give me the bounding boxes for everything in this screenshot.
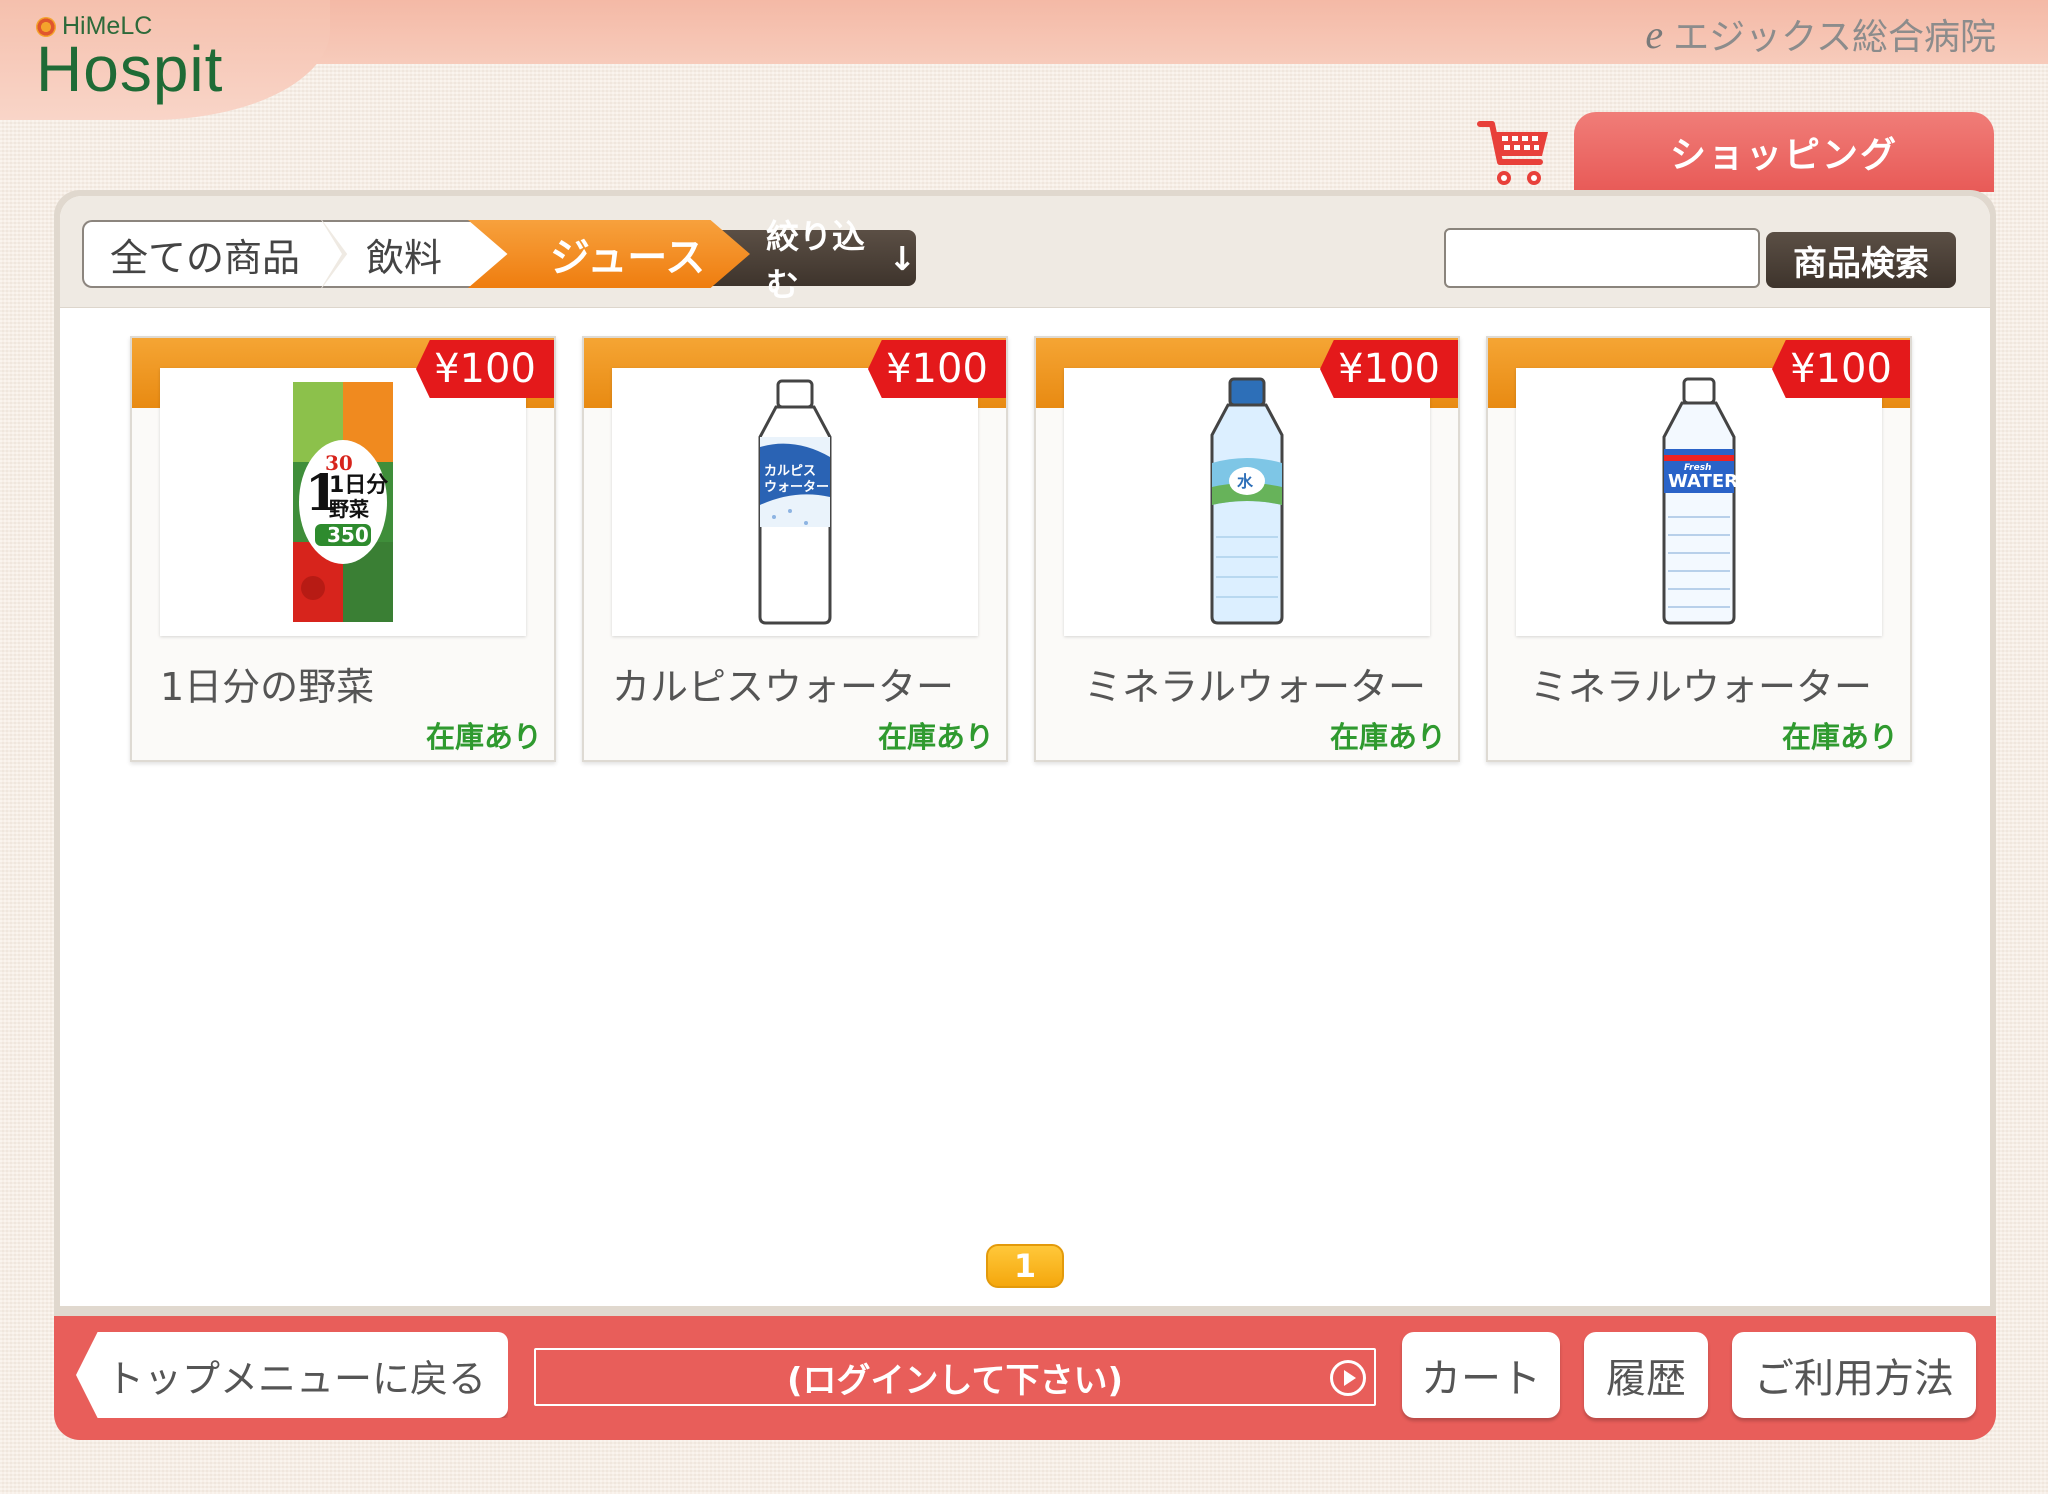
- shopping-cart-icon: [1476, 118, 1552, 194]
- product-image: 30 1 1日分 野菜 350: [160, 368, 526, 636]
- arrow-down-icon: ↓: [888, 238, 916, 278]
- product-name: 1日分の野菜: [160, 665, 375, 709]
- svg-text:350: 350: [327, 523, 369, 547]
- play-circle-icon: [1330, 1360, 1366, 1396]
- stock-status: 在庫あり: [1781, 720, 1898, 754]
- svg-text:WATER: WATER: [1668, 471, 1738, 492]
- cart-button[interactable]: カート: [1402, 1332, 1560, 1418]
- calpis-water-bottle-icon: カルピス ウォーター: [758, 379, 832, 625]
- breadcrumb-all-products[interactable]: 全ての商品: [82, 220, 342, 288]
- product-card[interactable]: Fresh WATER ¥100 ミネラルウォーター 在庫あり: [1486, 336, 1912, 762]
- price-tag: ¥100: [1772, 340, 1910, 398]
- stock-status: 在庫あり: [877, 720, 994, 754]
- price-tag: ¥100: [416, 340, 554, 398]
- toolbar: 全ての商品 飲料 絞り込む ↓ ジュース 商品検索: [60, 196, 1990, 308]
- product-name: カルピスウォーター: [612, 665, 955, 709]
- svg-text:カルピス: カルピス: [764, 464, 816, 479]
- main-panel: 全ての商品 飲料 絞り込む ↓ ジュース 商品検索 30 1 1日分 野菜 35…: [54, 190, 1996, 1440]
- page-1-button[interactable]: 1: [986, 1244, 1064, 1288]
- hospital-name-text: エジックス総合病院: [1673, 17, 1996, 58]
- help-button[interactable]: ご利用方法: [1732, 1332, 1976, 1418]
- price-tag: ¥100: [1320, 340, 1458, 398]
- product-image: 水: [1064, 368, 1430, 636]
- product-name: ミネラルウォーター: [1084, 665, 1427, 709]
- mineral-water-bottle-icon: 水: [1210, 377, 1284, 625]
- search-input[interactable]: [1444, 228, 1760, 288]
- footer-bar: トップメニューに戻る (ログインして下さい) カート 履歴 ご利用方法: [54, 1316, 1996, 1440]
- breadcrumb-juice[interactable]: ジュース: [468, 220, 750, 288]
- filter-label: 絞り込む: [766, 217, 865, 304]
- login-label: (ログインして下さい): [786, 1360, 1124, 1401]
- search-button[interactable]: 商品検索: [1766, 232, 1956, 288]
- product-name: ミネラルウォーター: [1530, 665, 1873, 709]
- fresh-water-bottle-icon: Fresh WATER: [1662, 377, 1738, 625]
- svg-text:ウォーター: ウォーター: [764, 480, 829, 495]
- hospital-logo-icon: e: [1645, 11, 1664, 57]
- content-area: 全ての商品 飲料 絞り込む ↓ ジュース 商品検索 30 1 1日分 野菜 35…: [60, 196, 1990, 1306]
- login-button[interactable]: (ログインして下さい): [534, 1348, 1376, 1406]
- app-logo: HiMeLC Hospit: [36, 12, 224, 105]
- price-tag: ¥100: [868, 340, 1006, 398]
- product-card[interactable]: カルピス ウォーター ¥100 カルピスウォーター 在庫あり: [582, 336, 1008, 762]
- product-card[interactable]: 水 ¥100 ミネラルウォーター 在庫あり: [1034, 336, 1460, 762]
- hospital-name: e エジックス総合病院: [1645, 8, 1996, 60]
- stock-status: 在庫あり: [1329, 720, 1446, 754]
- tab-shopping[interactable]: ショッピング: [1574, 112, 1994, 192]
- brand-big: Hospit: [36, 33, 224, 105]
- svg-text:1日分: 1日分: [329, 473, 388, 498]
- stock-status: 在庫あり: [425, 720, 542, 754]
- product-image: カルピス ウォーター: [612, 368, 978, 636]
- product-image: Fresh WATER: [1516, 368, 1882, 636]
- svg-text:水: 水: [1237, 472, 1254, 491]
- svg-text:野菜: 野菜: [329, 497, 369, 521]
- back-to-top-menu-button[interactable]: トップメニューに戻る: [76, 1332, 508, 1418]
- product-card[interactable]: 30 1 1日分 野菜 350 ¥100 1日分の野菜 在庫あり: [130, 336, 556, 762]
- vegetable-juice-pack-icon: 30 1 1日分 野菜 350: [293, 382, 393, 622]
- history-button[interactable]: 履歴: [1584, 1332, 1708, 1418]
